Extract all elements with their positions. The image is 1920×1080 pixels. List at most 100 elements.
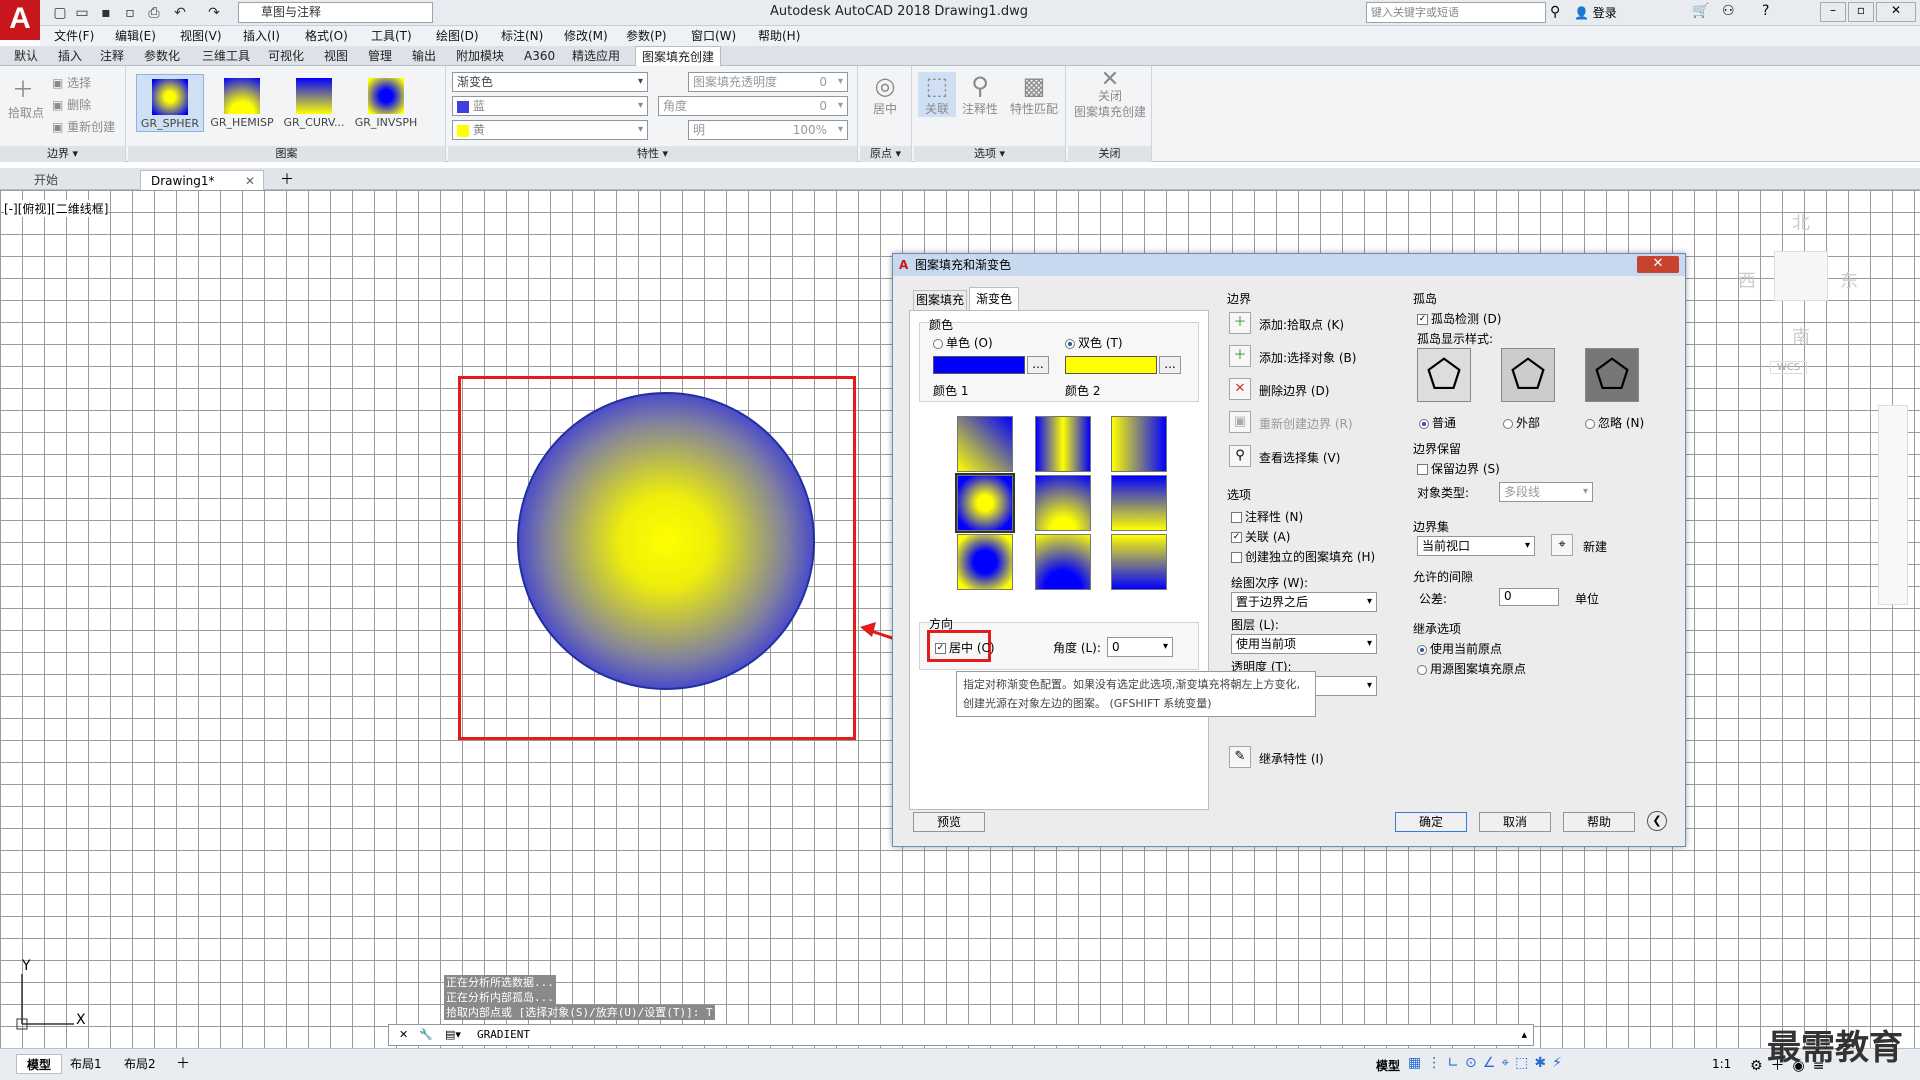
preview-button[interactable]: 预览 xyxy=(913,812,985,832)
save-as-icon[interactable]: ▫ xyxy=(120,3,140,23)
set-origin-center-button[interactable]: ◎ 居中 xyxy=(866,72,904,117)
inherit-properties-icon[interactable]: ✎ xyxy=(1229,746,1251,768)
menu-item[interactable]: 工具(T) xyxy=(371,26,412,46)
tab-drawing1[interactable]: Drawing1* ✕ xyxy=(140,170,264,190)
color2-browse-button[interactable]: ... xyxy=(1159,356,1181,374)
associative-button[interactable]: ⬚ 关联 xyxy=(918,72,956,117)
viewcube-south[interactable]: 南 xyxy=(1792,323,1810,349)
help-button[interactable]: 帮助 xyxy=(1563,812,1635,832)
save-icon[interactable]: ▪ xyxy=(96,3,116,23)
viewcube-east[interactable]: 东 xyxy=(1840,267,1858,293)
gradient-invcylinder-option[interactable] xyxy=(1111,416,1167,472)
new-boundary-set-icon[interactable]: ⌖ xyxy=(1551,534,1573,556)
view-selections-icon[interactable]: ⚲ xyxy=(1229,445,1251,467)
menu-item[interactable]: 帮助(H) xyxy=(758,26,800,46)
island-outer-radio[interactable]: 外部 xyxy=(1503,414,1540,431)
pattern-gr-hemisp[interactable]: GR_HEMISP xyxy=(208,74,276,132)
add-pick-points-button[interactable]: 添加:拾取点 (K) xyxy=(1259,316,1344,333)
color1-select[interactable]: 蓝 xyxy=(452,96,648,116)
minimize-button[interactable]: – xyxy=(1820,2,1846,22)
search-input[interactable]: 键入关键字或短语 xyxy=(1366,2,1546,23)
pattern-gr-invsph[interactable]: GR_INVSPH xyxy=(352,74,420,132)
remove-boundaries-button[interactable]: 删除边界 (D) xyxy=(1259,382,1329,399)
inherit-properties-button[interactable]: 继承特性 (I) xyxy=(1259,750,1324,767)
remove-boundaries-icon[interactable]: ✕ xyxy=(1229,378,1251,400)
ribbon-tab[interactable]: 管理 xyxy=(368,46,392,66)
command-input[interactable]: GRADIENT xyxy=(477,1025,530,1045)
separate-hatches-checkbox[interactable]: 创建独立的图案填充 (H) xyxy=(1231,548,1375,565)
select-button[interactable]: ▣ 选择 xyxy=(52,74,91,91)
menu-item[interactable]: 编辑(E) xyxy=(115,26,156,46)
add-pick-points-icon[interactable]: ＋ xyxy=(1229,312,1251,334)
tolerance-input[interactable]: 0 xyxy=(1499,588,1559,606)
gradient-invcurved-option[interactable] xyxy=(1111,534,1167,590)
ribbon-tab[interactable]: 插入 xyxy=(58,46,82,66)
a360-icon[interactable]: ⚇ xyxy=(1722,3,1735,19)
close-hatch-creation-button[interactable]: ✕ 关闭 图案填充创建 xyxy=(1072,69,1148,120)
close-tab-icon[interactable]: ✕ xyxy=(245,171,255,191)
tab-gradient[interactable]: 渐变色 xyxy=(969,287,1019,310)
annotative-checkbox[interactable]: 注释性 (N) xyxy=(1231,508,1303,525)
wcs-menu[interactable]: WCS xyxy=(1770,361,1808,374)
binoculars-icon[interactable]: ⚲ xyxy=(1550,4,1560,20)
island-outer-icon[interactable]: ⬠ xyxy=(1501,348,1555,402)
menu-item[interactable]: 视图(V) xyxy=(180,26,222,46)
use-source-origin-radio[interactable]: 用源图案填充原点 xyxy=(1417,660,1526,677)
color1-swatch[interactable] xyxy=(933,356,1025,374)
transparency-field[interactable]: 图案填充透明度 0 xyxy=(688,72,848,92)
menu-item[interactable]: 插入(I) xyxy=(243,26,280,46)
tab-layout2[interactable]: 布局2 xyxy=(114,1054,166,1074)
gradient-linear-option[interactable] xyxy=(957,416,1013,472)
recreate-boundary-button[interactable]: 重新创建边界 (R) xyxy=(1259,415,1353,432)
gradient-curved-option[interactable] xyxy=(1111,475,1167,531)
island-ignore-icon[interactable]: ⬠ xyxy=(1585,348,1639,402)
gradient-invhemispherical-option[interactable] xyxy=(1035,534,1091,590)
color1-browse-button[interactable]: ... xyxy=(1027,356,1049,374)
annotation-scale[interactable]: 1:1 xyxy=(1712,1057,1731,1071)
menu-item[interactable]: 修改(M) xyxy=(564,26,608,46)
draw-order-select[interactable]: 置于边界之后 xyxy=(1231,592,1377,612)
object-type-select[interactable]: 多段线 xyxy=(1499,482,1593,502)
collapse-more-options-icon[interactable]: ❮ xyxy=(1647,811,1667,831)
redo-icon[interactable]: ↷ xyxy=(204,3,224,23)
angle-field[interactable]: 角度 0 xyxy=(658,96,848,116)
login-button[interactable]: 👤 登录 xyxy=(1574,4,1617,21)
viewport-controls[interactable]: [-][俯视][二维线框] xyxy=(4,200,109,217)
island-normal-radio[interactable]: 普通 xyxy=(1419,414,1456,431)
workspace-select[interactable]: 草图与注释 xyxy=(238,2,433,23)
new-tab-button[interactable]: ＋ xyxy=(274,170,300,190)
remove-button[interactable]: ▣ 删除 xyxy=(52,96,91,113)
ribbon-tab[interactable]: 输出 xyxy=(412,46,436,66)
ribbon-tab[interactable]: 默认 xyxy=(14,46,38,66)
retain-boundaries-checkbox[interactable]: 保留边界 (S) xyxy=(1417,460,1500,477)
ribbon-tab[interactable]: 注释 xyxy=(100,46,124,66)
dialog-title-bar[interactable]: A 图案填充和渐变色 xyxy=(893,254,1685,276)
two-color-radio[interactable]: 双色 (T) xyxy=(1065,334,1123,351)
pattern-gr-curv[interactable]: GR_CURV... xyxy=(280,74,348,132)
layer-select[interactable]: 使用当前项 xyxy=(1231,634,1377,654)
centered-checkbox[interactable]: ✓ 居中 (C) xyxy=(935,639,995,656)
single-color-radio[interactable]: 单色 (O) xyxy=(933,334,993,351)
hatch-type-select[interactable]: 渐变色 xyxy=(452,72,648,92)
viewcube-west[interactable]: 西 xyxy=(1738,267,1756,293)
gradient-hemispherical-option[interactable] xyxy=(1035,475,1091,531)
ribbon-tab[interactable]: 可视化 xyxy=(268,46,304,66)
match-properties-button[interactable]: ▩ 特性匹配 xyxy=(1006,72,1062,117)
ribbon-tab[interactable]: 三维工具 xyxy=(202,46,250,66)
ribbon-tab[interactable]: 精选应用 xyxy=(572,46,620,66)
recreate-button[interactable]: ▣ 重新创建 xyxy=(52,118,115,135)
color2-select[interactable]: 黄 xyxy=(452,120,648,140)
menu-item[interactable]: 文件(F) xyxy=(54,26,94,46)
command-line[interactable]: ✕ 🔧 ▤▾ GRADIENT ▴ xyxy=(388,1024,1534,1046)
ribbon-tab[interactable]: A360 xyxy=(524,46,555,66)
application-menu-button[interactable]: A xyxy=(0,0,40,40)
annotative-button[interactable]: ⚲ 注释性 xyxy=(960,72,1000,117)
tab-start[interactable]: 开始 xyxy=(24,170,68,190)
island-ignore-radio[interactable]: 忽略 (N) xyxy=(1585,414,1644,431)
ribbon-tab[interactable]: 参数化 xyxy=(144,46,180,66)
associative-checkbox[interactable]: ✓ 关联 (A) xyxy=(1231,528,1290,545)
ribbon-tab[interactable]: 视图 xyxy=(324,46,348,66)
gradient-invspherical-option[interactable] xyxy=(957,534,1013,590)
model-space-button[interactable]: 模型 xyxy=(1376,1057,1400,1074)
pattern-gr-spher[interactable]: GR_SPHER xyxy=(136,74,204,132)
